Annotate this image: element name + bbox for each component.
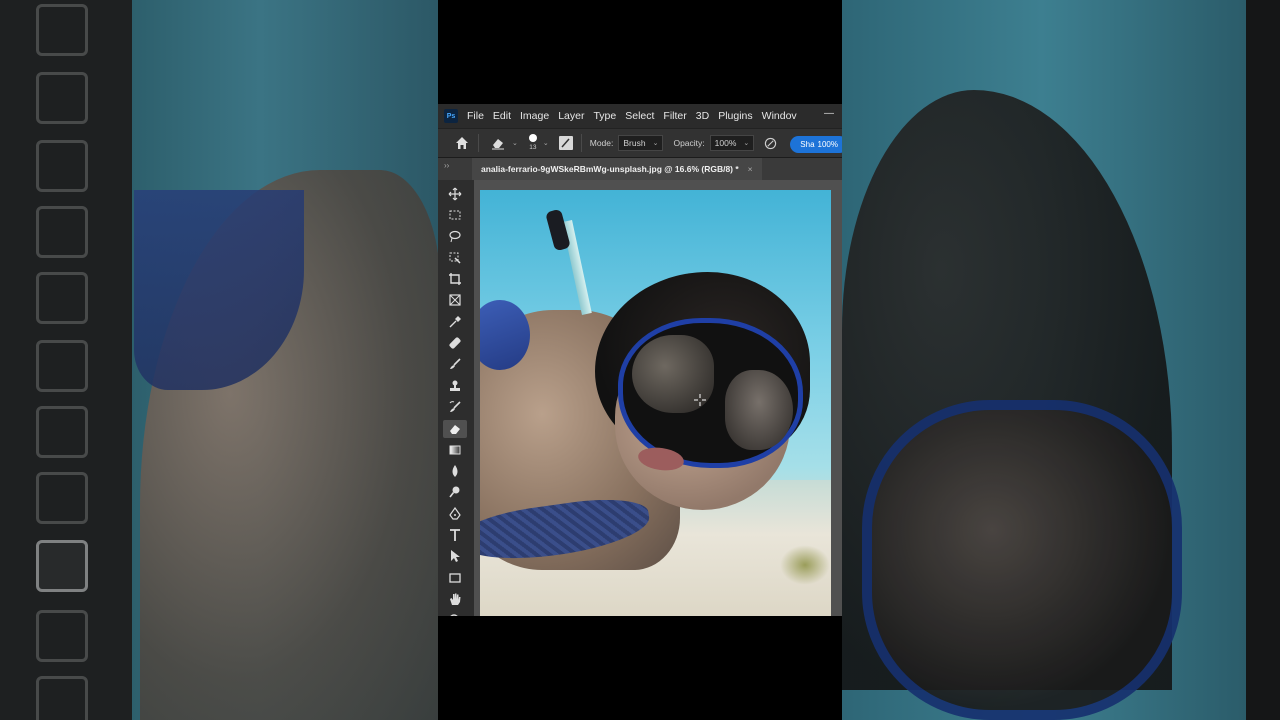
close-icon[interactable]: × (748, 164, 753, 174)
blurred-blur-icon (36, 676, 88, 720)
mode-label: Mode: (589, 138, 614, 148)
document-tab-bar: ›› analia-ferrario-9gWSkeRBmWg-unsplash.… (438, 158, 842, 180)
chevron-down-icon: ⌄ (512, 140, 518, 147)
video-frame: Ps File Edit Image Layer Type Select Fil… (438, 0, 842, 720)
blurred-gradient-icon (36, 610, 88, 662)
pressure-opacity-icon[interactable] (764, 137, 777, 150)
blurred-eyedropper-icon (36, 206, 88, 258)
crosshair-cursor-icon (694, 394, 706, 406)
history-brush-icon[interactable] (447, 399, 463, 415)
collapse-panel-icon[interactable]: ›› (444, 161, 449, 170)
pen-icon[interactable] (447, 506, 463, 522)
minimize-button[interactable]: — (824, 108, 834, 119)
blurred-dive-mask (862, 400, 1182, 720)
photoshop-logo[interactable]: Ps (444, 109, 458, 123)
document-image[interactable] (480, 190, 831, 616)
mask-lens-right (725, 370, 793, 450)
mode-dropdown[interactable]: Brush ⌄ (618, 135, 664, 151)
menu-edit[interactable]: Edit (493, 110, 511, 122)
menu-layer[interactable]: Layer (558, 110, 584, 122)
brush-size-picker[interactable]: 13 (526, 133, 540, 153)
brush-settings-icon[interactable] (558, 136, 573, 150)
object-select-icon[interactable] (447, 250, 463, 266)
hand-icon[interactable] (447, 591, 463, 607)
opacity-field[interactable]: 100% ⌄ (709, 135, 755, 151)
move-icon[interactable] (447, 186, 463, 202)
menu-image[interactable]: Image (520, 110, 549, 122)
blurred-eraser-icon (36, 540, 88, 592)
document-tab[interactable]: analia-ferrario-9gWSkeRBmWg-unsplash.jpg… (472, 158, 762, 180)
tools-panel (438, 180, 475, 616)
options-bar: ⌄ 13 ⌄ Mode: Brush ⌄ Opacity: 100% ⌄ Sha… (438, 128, 842, 158)
menu-select[interactable]: Select (625, 110, 654, 122)
brush-size-value: 13 (529, 144, 537, 151)
rectangle-icon[interactable] (447, 570, 463, 586)
type-icon[interactable] (447, 527, 463, 543)
crop-icon[interactable] (447, 271, 463, 287)
menu-file[interactable]: File (467, 110, 484, 122)
marquee-icon[interactable] (447, 207, 463, 223)
document-title: analia-ferrario-9gWSkeRBmWg-unsplash.jpg… (481, 164, 739, 174)
blurred-background-right (842, 0, 1280, 720)
blurred-history-brush-icon (36, 472, 88, 524)
chevron-down-icon: ⌄ (743, 140, 750, 147)
brush-icon[interactable] (447, 356, 463, 372)
share-button[interactable]: Sha 100% (790, 136, 842, 153)
opacity-label: Opacity: (673, 138, 705, 148)
zoom-icon[interactable] (447, 612, 463, 616)
blurred-stamp-icon (36, 406, 88, 458)
path-select-icon[interactable] (447, 548, 463, 564)
opacity-value: 100% (714, 138, 737, 148)
tool-preset-picker[interactable]: ⌄ (491, 136, 518, 150)
chevron-down-icon: ⌄ (652, 140, 659, 147)
menu-window[interactable]: Windov (762, 110, 797, 122)
lasso-icon[interactable] (447, 228, 463, 244)
seaweed (780, 545, 830, 585)
menu-plugins[interactable]: Plugins (718, 110, 752, 122)
eraser-icon[interactable] (443, 420, 467, 438)
menu-type[interactable]: Type (593, 110, 616, 122)
share-value: 100% (817, 140, 838, 149)
eraser-icon (492, 139, 504, 150)
menu-bar: Ps File Edit Image Layer Type Select Fil… (438, 104, 842, 128)
photoshop-window: Ps File Edit Image Layer Type Select Fil… (438, 104, 842, 616)
divider (478, 134, 479, 152)
mode-value: Brush (623, 138, 646, 148)
blurred-background-left (0, 0, 438, 720)
gradient-icon[interactable] (447, 442, 463, 458)
blurred-brush-icon (36, 340, 88, 392)
blurred-frame-icon (36, 140, 88, 192)
blurred-crop-icon (36, 72, 88, 124)
home-icon[interactable] (454, 135, 470, 151)
dodge-icon[interactable] (447, 484, 463, 500)
clone-stamp-icon[interactable] (447, 378, 463, 394)
canvas-area[interactable] (474, 180, 842, 616)
blur-icon[interactable] (447, 463, 463, 479)
eyedropper-icon[interactable] (447, 314, 463, 330)
healing-brush-icon[interactable] (447, 335, 463, 351)
brush-tip-icon (528, 134, 537, 142)
menu-3d[interactable]: 3D (696, 110, 709, 122)
divider (580, 134, 582, 152)
chevron-down-icon[interactable]: ⌄ (543, 139, 549, 147)
blurred-healing-icon (36, 272, 88, 324)
frame-icon[interactable] (447, 292, 463, 308)
share-label: Sha (800, 140, 815, 149)
blurred-object-select-icon (36, 4, 88, 56)
menu-filter[interactable]: Filter (663, 110, 686, 122)
